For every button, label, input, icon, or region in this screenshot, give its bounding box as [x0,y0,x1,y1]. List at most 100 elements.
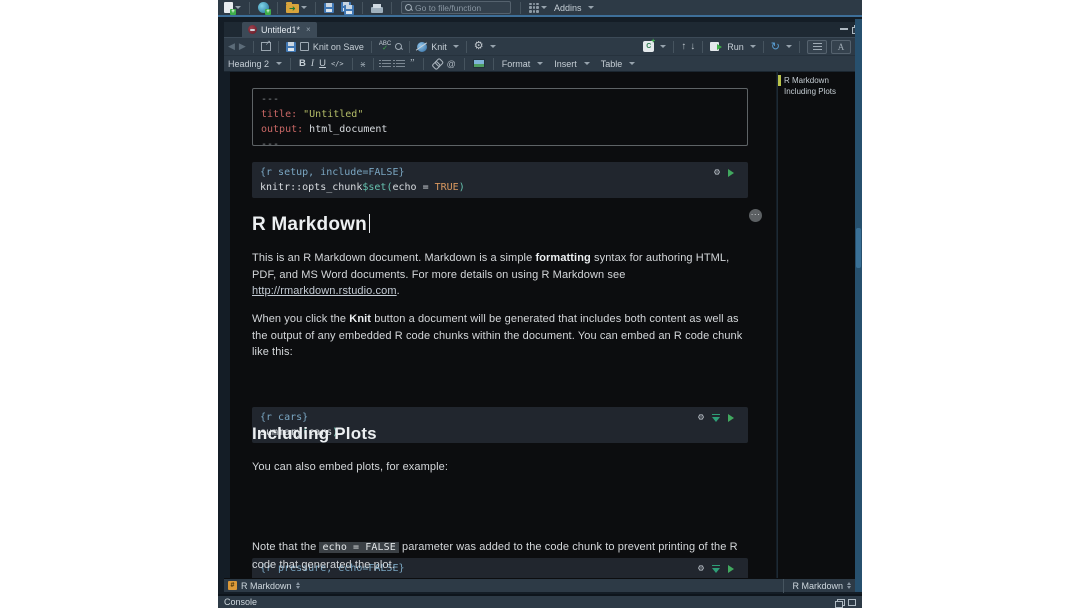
print-button[interactable] [369,0,385,15]
setup-code-chunk[interactable]: {r setup, include=FALSE} knitr::opts_chu… [252,162,748,198]
toolbar-separator [409,41,410,53]
run-chunk-icon[interactable] [728,414,734,422]
run-button[interactable]: Run [727,42,744,52]
find-replace-button[interactable] [395,43,402,50]
show-outline-toggle[interactable] [807,40,827,54]
toolbar-separator [423,58,424,70]
heading-style-caret-icon[interactable] [276,62,282,65]
save-document-button[interactable] [286,42,296,52]
chunk-options-icon[interactable]: ⚙ [714,167,720,178]
toolbar-separator [290,58,291,70]
knit-caret-icon[interactable] [453,45,459,48]
blockquote-button[interactable]: ” [410,60,414,68]
chunk-options-icon[interactable]: ⚙ [698,412,704,423]
doc-type-selector[interactable]: R Markdown [783,579,851,593]
go-next-section-button[interactable]: ↓ [690,41,695,52]
link-button[interactable] [431,58,442,69]
insert-chunk-button[interactable]: C [643,41,654,52]
heading-style-select[interactable]: Heading 2 [228,59,269,69]
underline-button[interactable]: U [319,58,326,69]
outline-item-r-markdown[interactable]: R Markdown [778,75,855,86]
settings-caret-icon[interactable] [490,45,496,48]
numbered-list-button[interactable] [396,60,405,67]
citation-button[interactable]: @ [447,59,456,69]
console-maximize-icon[interactable] [848,599,856,606]
paragraph[interactable]: This is an R Markdown document. Markdown… [252,250,748,300]
yaml-line: output: html_document [261,122,747,137]
new-file-button[interactable]: + [222,0,243,15]
hyperlink[interactable]: http://rmarkdown.rstudio.com [252,285,397,297]
go-previous-section-button[interactable]: ↑ [681,41,686,52]
yaml-line: title: "Untitled" [261,107,747,122]
bold-text: Knit [349,313,371,325]
open-in-new-window-button[interactable] [261,42,271,51]
document-settings-button[interactable]: ⚙ [474,41,484,52]
workspace-panes-button[interactable] [527,0,549,15]
visual-editor-icon: A [838,42,845,52]
rerun-caret-icon[interactable] [786,45,792,48]
insert-menu[interactable]: Insert [554,59,577,69]
back-button[interactable]: ◀ [228,41,235,52]
status-section-selector[interactable]: R Markdown [241,581,292,591]
table-menu[interactable]: Table [601,59,623,69]
save-all-icon [341,2,354,14]
forward-button[interactable]: ▶ [239,41,246,52]
visual-editor-canvas[interactable]: --- title: "Untitled" output: html_docum… [230,72,776,578]
console-pane-header: Console [218,594,862,608]
insert-chunk-caret-icon[interactable] [660,45,666,48]
bold-button[interactable]: B [299,58,306,69]
toolbar-separator [702,41,703,53]
knit-on-save-checkbox[interactable] [300,42,309,51]
toolbar-separator [799,41,800,53]
strikethrough-button[interactable]: x [361,59,366,69]
chunk-toolbar: ⚙ [714,167,734,178]
yaml-metadata-block[interactable]: --- title: "Untitled" output: html_docum… [252,88,748,146]
grid-icon [529,3,539,13]
spellcheck-button[interactable]: ABC ✓ [379,42,391,51]
goto-file-search[interactable] [401,1,511,14]
yaml-line: --- [261,92,747,107]
tab-close-icon[interactable]: × [306,25,311,34]
block-options-icon[interactable]: ··· [749,209,762,222]
format-menu[interactable]: Format [502,59,531,69]
toolbar-separator [673,41,674,53]
save-all-button[interactable] [339,0,356,15]
minimize-pane-icon[interactable] [840,28,848,30]
rerun-button[interactable]: ↻ [771,42,780,52]
open-file-button[interactable]: ➜ [284,0,309,15]
paragraph[interactable]: When you click the Knit button a documen… [252,311,748,361]
table-menu-caret-icon[interactable] [629,62,635,65]
new-project-button[interactable]: + [256,0,271,15]
paragraph[interactable]: Note that the echo = FALSE parameter was… [252,539,748,573]
toolbar-separator [277,2,278,14]
outline-item-including-plots[interactable]: Including Plots [778,86,855,97]
run-all-above-icon[interactable] [712,414,720,422]
scrollbar-thumb[interactable] [856,228,861,268]
run-caret-icon[interactable] [750,45,756,48]
paragraph[interactable]: You can also embed plots, for example: [252,459,748,476]
code-format-button[interactable]: </> [331,60,344,68]
visual-editor-toggle[interactable]: A [831,40,851,54]
section-heading-including-plots[interactable]: Including Plots [252,424,748,444]
save-icon [324,3,334,13]
rmarkdown-file-icon [248,25,257,34]
tab-untitled1[interactable]: Untitled1* × [242,22,317,37]
run-chunk-icon[interactable] [728,169,734,177]
save-button[interactable] [322,0,336,15]
format-menu-caret-icon[interactable] [537,62,543,65]
toolbar-separator [362,2,363,14]
bullet-list-button[interactable] [382,60,391,67]
editor-scrollbar[interactable] [855,19,862,592]
section-heading-r-markdown[interactable]: R Markdown [252,214,748,236]
toolbar-separator [520,2,521,14]
insert-menu-caret-icon[interactable] [584,62,590,65]
inline-code: echo = FALSE [319,542,398,553]
goto-file-input[interactable] [415,3,505,13]
addins-button[interactable]: Addins [552,0,596,15]
console-restore-icon[interactable] [835,599,843,606]
insert-image-button[interactable] [473,59,485,68]
toolbar-separator [249,2,250,14]
toolbar-separator [466,41,467,53]
italic-button[interactable]: I [311,59,314,69]
knit-button[interactable]: Knit [431,42,447,52]
